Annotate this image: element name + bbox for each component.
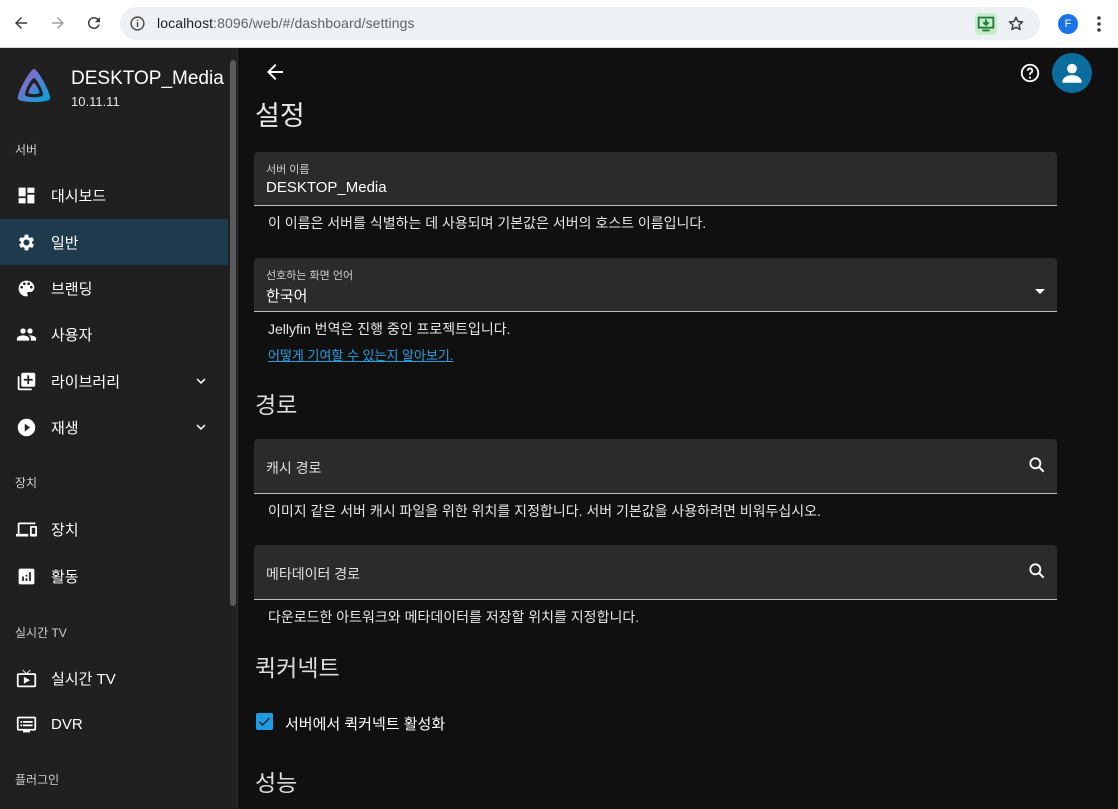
sidebar-item-label: 활동: [51, 568, 79, 586]
server-name-field[interactable]: 서버 이름 DESKTOP_Media: [254, 152, 1057, 206]
sidebar-item-users[interactable]: 사용자: [0, 311, 228, 357]
sidebar-item-livetv[interactable]: 실시간 TV: [0, 655, 228, 701]
section-title-paths: 경로: [255, 392, 298, 418]
activity-chart-icon: [15, 565, 37, 587]
sidebar-item-libraries[interactable]: 라이브러리: [0, 358, 228, 404]
site-info-icon[interactable]: [129, 15, 146, 32]
sidebar-scrollbar[interactable]: [230, 60, 236, 606]
user-avatar[interactable]: [1052, 53, 1092, 93]
chevron-down-icon[interactable]: [192, 372, 210, 390]
jellyfin-logo-icon[interactable]: [14, 66, 54, 106]
metadata-path-field[interactable]: 메타데이터 경로: [254, 545, 1057, 600]
back-arrow-icon[interactable]: [8, 10, 34, 36]
person-icon: [1062, 63, 1082, 83]
server-name[interactable]: DESKTOP_Media: [71, 68, 224, 90]
cache-path-field[interactable]: 캐시 경로: [254, 439, 1057, 494]
sidebar-item-activity[interactable]: 활동: [0, 553, 228, 599]
sidebar-item-general[interactable]: 일반: [0, 219, 228, 265]
more-menu-icon[interactable]: [1094, 14, 1104, 34]
quickconnect-checkbox[interactable]: [256, 713, 273, 730]
address-bar[interactable]: localhost:8096/web/#/dashboard/settings: [120, 7, 1040, 40]
help-icon[interactable]: [1019, 62, 1041, 84]
forward-arrow-icon[interactable]: [45, 10, 71, 36]
sidebar-item-dashboard[interactable]: 대시보드: [0, 172, 228, 218]
profile-avatar[interactable]: F: [1058, 14, 1078, 34]
quickconnect-label: 서버에서 퀵커넥트 활성화: [285, 716, 446, 733]
server-version: 10.11.11: [71, 94, 120, 109]
sidebar-item-label: 브랜딩: [51, 280, 93, 298]
devices-icon: [15, 518, 37, 540]
install-app-icon[interactable]: [975, 13, 997, 35]
dashboard-icon: [15, 184, 37, 206]
language-select[interactable]: 선호하는 화면 언어 한국어: [254, 258, 1057, 312]
language-help: Jellyfin 번역은 진행 중인 프로젝트입니다.: [268, 321, 511, 337]
live-tv-icon: [15, 667, 37, 689]
browser-toolbar: localhost:8096/web/#/dashboard/settings …: [0, 0, 1118, 48]
search-icon[interactable]: [1027, 455, 1047, 475]
sidebar-item-label: 일반: [51, 234, 79, 252]
reload-icon[interactable]: [81, 10, 107, 36]
gear-icon: [15, 231, 37, 253]
people-icon: [15, 323, 37, 345]
metadata-path-help: 다운로드한 아트워크와 메타데이터를 저장할 위치를 지정합니다.: [268, 609, 640, 625]
contribute-link[interactable]: 어떻게 기여할 수 있는지 알아보기.: [268, 345, 454, 364]
search-icon[interactable]: [1027, 561, 1047, 581]
field-label: 서버 이름: [266, 164, 310, 176]
field-placeholder: 캐시 경로: [266, 460, 322, 476]
play-circle-icon: [15, 416, 37, 438]
section-title-performance: 성능: [255, 770, 298, 796]
server-name-help: 이 이름은 서버를 식별하는 데 사용되며 기본값은 서버의 호스트 이름입니다…: [268, 215, 707, 231]
sidebar-item-devices[interactable]: 장치: [0, 506, 228, 552]
sidebar-item-playback[interactable]: 재생: [0, 404, 228, 450]
sidebar-item-label: 실시간 TV: [51, 670, 116, 688]
section-livetv: 실시간 TV: [15, 626, 67, 640]
field-placeholder: 메타데이터 경로: [266, 566, 361, 582]
field-value: DESKTOP_Media: [266, 179, 387, 196]
checkmark-icon: [259, 717, 271, 726]
page-title: 설정: [255, 101, 305, 131]
sidebar-item-dvr[interactable]: DVR: [0, 701, 228, 747]
sidebar-item-label: 재생: [51, 419, 79, 437]
sidebar-item-label: 대시보드: [51, 187, 107, 205]
section-server: 서버: [15, 143, 38, 157]
field-value: 한국어: [266, 288, 308, 305]
bookmark-star-icon[interactable]: [1005, 13, 1027, 35]
sidebar-item-label: 장치: [51, 521, 79, 539]
sidebar-item-label: 사용자: [51, 326, 93, 344]
sidebar-item-label: 라이브러리: [51, 373, 121, 391]
url-text: localhost:8096/web/#/dashboard/settings: [157, 15, 415, 31]
section-title-quickconnect: 퀵커넥트: [255, 655, 340, 681]
section-devices: 장치: [15, 476, 38, 490]
dropdown-arrow-icon[interactable]: [1035, 282, 1045, 294]
sidebar: DESKTOP_Media 10.11.11 서버 대시보드 일반 브랜딩 사용…: [0, 48, 238, 809]
back-arrow-icon[interactable]: [263, 60, 287, 84]
main-content: 설정 서버 이름 DESKTOP_Media 이 이름은 서버를 식별하는 데 …: [239, 48, 1118, 809]
sidebar-item-label: DVR: [51, 715, 83, 733]
library-add-icon: [15, 370, 37, 392]
chevron-down-icon[interactable]: [192, 418, 210, 436]
sidebar-item-branding[interactable]: 브랜딩: [0, 265, 228, 311]
section-plugins: 플러그인: [15, 773, 60, 787]
palette-icon: [15, 277, 37, 299]
field-label: 선호하는 화면 언어: [266, 270, 354, 282]
dvr-icon: [15, 713, 37, 735]
cache-path-help: 이미지 같은 서버 캐시 파일을 위한 위치를 지정합니다. 서버 기본값을 사…: [268, 503, 821, 519]
